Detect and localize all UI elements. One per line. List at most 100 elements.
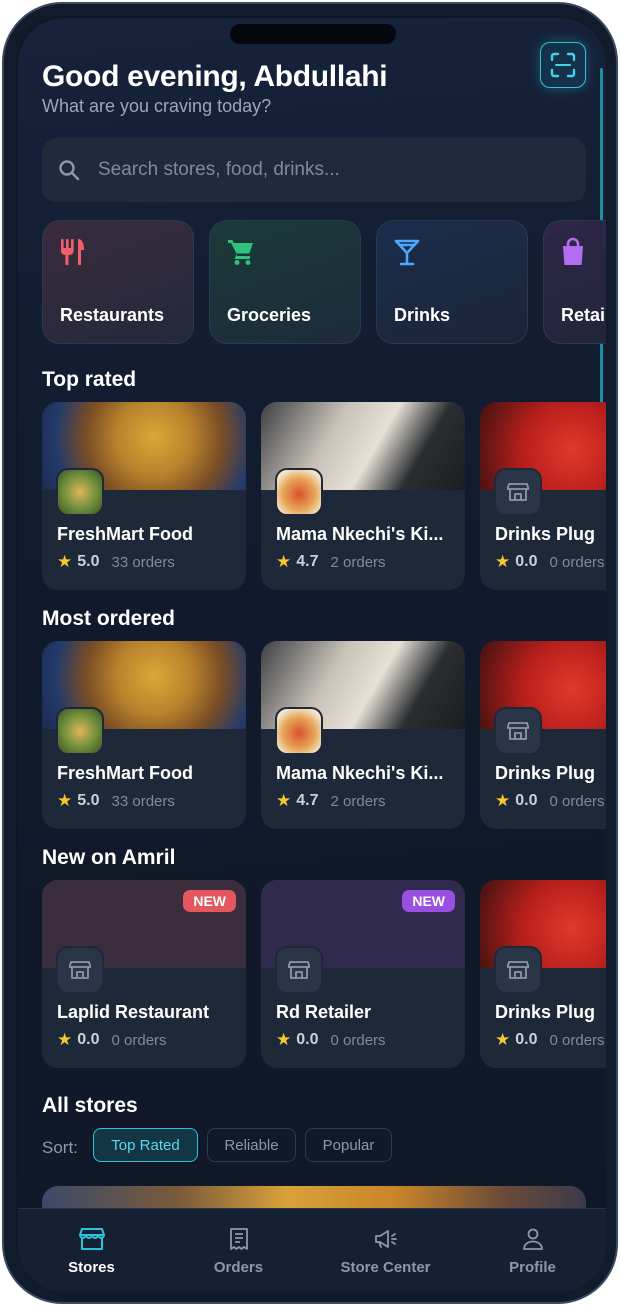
nav-label: Store Center	[340, 1259, 431, 1276]
category-label: Groceries	[227, 305, 312, 325]
store-card[interactable]: FreshMart Food ★ 5.0 33 orders	[42, 641, 246, 829]
most-ordered-row: FreshMart Food ★ 5.0 33 orders Mama Nkec…	[42, 641, 606, 829]
top-rated-row: FreshMart Food ★ 5.0 33 orders Mama Nkec…	[42, 402, 606, 590]
scan-button[interactable]	[540, 42, 586, 88]
nav-stores[interactable]: Stores	[18, 1209, 165, 1292]
section-title-all-stores: All stores	[42, 1094, 138, 1117]
person-icon	[522, 1228, 543, 1250]
store-logo	[56, 707, 104, 755]
store-meta: ★ 0.0 0 orders	[276, 1030, 386, 1050]
nav-orders[interactable]: Orders	[165, 1209, 312, 1292]
store-logo	[56, 468, 104, 516]
store-orders: 2 orders	[330, 792, 386, 810]
store-logo	[275, 468, 323, 516]
store-meta: ★ 5.0 33 orders	[57, 552, 175, 572]
camera-notch	[230, 24, 396, 44]
search-bar[interactable]	[42, 138, 586, 202]
store-meta: ★ 5.0 33 orders	[57, 791, 175, 811]
store-meta: ★ 0.0 0 orders	[495, 791, 605, 811]
store-meta: ★ 4.7 2 orders	[276, 791, 386, 811]
store-meta: ★ 0.0 0 orders	[495, 1030, 605, 1050]
store-logo	[275, 707, 323, 755]
star-icon: ★	[276, 791, 292, 810]
store-card[interactable]: NEW Laplid Restaurant ★ 0.0 0 orders	[42, 880, 246, 1068]
star-icon: ★	[57, 791, 73, 810]
new-badge: NEW	[402, 890, 455, 912]
sort-chip-popular[interactable]: Popular	[305, 1128, 392, 1162]
store-meta: ★ 4.7 2 orders	[276, 552, 386, 572]
shopping-bag-icon	[563, 237, 583, 265]
store-orders: 0 orders	[111, 1031, 167, 1049]
storefront-icon	[78, 1228, 105, 1250]
store-card[interactable]: NEW Rd Retailer ★ 0.0 0 orders	[261, 880, 465, 1068]
sort-chip-top-rated[interactable]: Top Rated	[93, 1128, 198, 1162]
cart-icon	[228, 240, 253, 265]
new-badge: NEW	[183, 890, 236, 912]
store-rating: 0.0	[515, 792, 538, 809]
nav-label: Orders	[213, 1259, 264, 1276]
category-row: Restaurants Groceries Drinks Retail	[42, 220, 606, 344]
store-orders: 0 orders	[330, 1031, 386, 1049]
store-card[interactable]: Drinks Plug ★ 0.0 0 orders	[480, 402, 606, 590]
store-card[interactable]: Drinks Plug ★ 0.0 0 orders	[480, 641, 606, 829]
store-name: Drinks Plug	[495, 1002, 596, 1022]
store-rating: 0.0	[515, 1031, 538, 1048]
category-label: Retail	[561, 305, 606, 325]
cocktail-icon	[394, 239, 420, 266]
nav-store-center[interactable]: Store Center	[312, 1209, 459, 1292]
store-name: Mama Nkechi's Ki...	[276, 763, 444, 783]
store-rating: 5.0	[77, 792, 100, 809]
store-card[interactable]: Mama Nkechi's Ki... ★ 4.7 2 orders	[261, 641, 465, 829]
category-label: Drinks	[394, 305, 451, 325]
storefront-icon	[507, 483, 529, 501]
storefront-icon	[288, 961, 310, 979]
star-icon: ★	[276, 552, 292, 571]
sort-chip-reliable[interactable]: Reliable	[207, 1128, 296, 1162]
category-groceries[interactable]: Groceries	[209, 220, 361, 344]
store-name: Mama Nkechi's Ki...	[276, 524, 444, 544]
star-icon: ★	[276, 1030, 292, 1049]
greeting-subtitle: What are you craving today?	[42, 96, 272, 116]
store-card[interactable]: FreshMart Food ★ 5.0 33 orders	[42, 402, 246, 590]
megaphone-icon	[374, 1230, 397, 1248]
store-logo	[494, 946, 542, 994]
store-card[interactable]: Mama Nkechi's Ki... ★ 4.7 2 orders	[261, 402, 465, 590]
store-orders: 0 orders	[549, 553, 605, 571]
category-restaurants[interactable]: Restaurants	[42, 220, 194, 344]
store-meta: ★ 0.0 0 orders	[495, 552, 605, 572]
store-rating: 5.0	[77, 553, 100, 570]
store-rating: 0.0	[515, 553, 538, 570]
search-input[interactable]	[98, 159, 538, 181]
store-rating: 0.0	[77, 1031, 100, 1048]
nav-profile[interactable]: Profile	[459, 1209, 606, 1292]
storefront-icon	[507, 961, 529, 979]
store-logo	[275, 946, 323, 994]
category-drinks[interactable]: Drinks	[376, 220, 528, 344]
section-title-most-ordered: Most ordered	[42, 607, 176, 630]
sort-label: Sort:	[42, 1138, 78, 1157]
store-orders: 33 orders	[111, 792, 175, 810]
store-rating: 0.0	[296, 1031, 319, 1048]
category-label: Restaurants	[60, 305, 165, 325]
store-card[interactable]: Drinks Plug ★ 0.0 0 orders	[480, 880, 606, 1068]
storefront-icon	[69, 961, 91, 979]
store-orders: 2 orders	[330, 553, 386, 571]
category-retail[interactable]: Retail	[543, 220, 606, 344]
store-logo	[494, 707, 542, 755]
phone-frame: Good evening, Abdullahi What are you cra…	[2, 2, 618, 1304]
store-name: Laplid Restaurant	[57, 1002, 210, 1022]
store-rating: 4.7	[296, 792, 319, 809]
star-icon: ★	[495, 1030, 511, 1049]
star-icon: ★	[495, 552, 511, 571]
nav-label: Profile	[509, 1259, 556, 1276]
search-icon	[59, 160, 80, 181]
star-icon: ★	[57, 552, 73, 571]
star-icon: ★	[495, 791, 511, 810]
app-screen: Good evening, Abdullahi What are you cra…	[18, 18, 606, 1292]
store-rating: 4.7	[296, 553, 319, 570]
greeting-title: Good evening, Abdullahi	[42, 60, 388, 93]
section-title-top-rated: Top rated	[42, 368, 137, 391]
store-name: Rd Retailer	[276, 1002, 372, 1022]
store-meta: ★ 0.0 0 orders	[57, 1030, 167, 1050]
store-orders: 33 orders	[111, 553, 175, 571]
